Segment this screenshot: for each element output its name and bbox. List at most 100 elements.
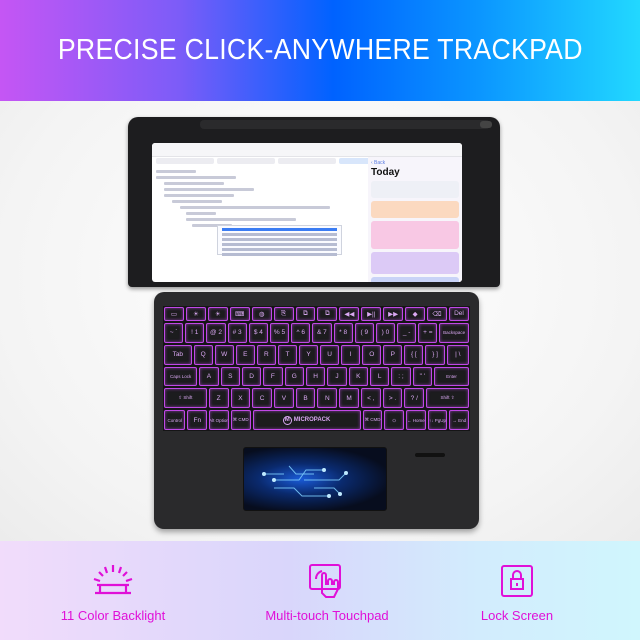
- key-7[interactable]: & 7: [312, 322, 332, 343]
- key-[interactable]: ☼: [384, 410, 404, 431]
- key-[interactable]: ⧉: [317, 307, 338, 321]
- key-label: I: [349, 351, 352, 359]
- key-0[interactable]: ) 0: [375, 322, 396, 343]
- key-end[interactable]: → End: [449, 410, 470, 431]
- key-[interactable]: > .: [382, 388, 403, 409]
- key-[interactable]: " ': [412, 366, 432, 387]
- key-tab[interactable]: Tab: [164, 344, 192, 365]
- key-[interactable]: ~ `: [164, 322, 184, 343]
- key-label: : ;: [398, 372, 404, 380]
- key-2[interactable]: @ 2: [206, 322, 226, 343]
- key-enter[interactable]: Enter: [434, 366, 469, 387]
- key-row: Control Fn Alt Option ⌘ CMD M MICROPACK ⌘ CMD ☼…: [164, 410, 470, 431]
- feature-lock: Lock Screen: [417, 563, 617, 623]
- key-label: ↑↓ PgUp: [429, 417, 447, 423]
- key-home[interactable]: ← Home: [405, 410, 426, 431]
- key-cmd[interactable]: ⌘ CMD: [230, 410, 251, 431]
- key-[interactable]: _ -: [397, 322, 417, 343]
- key-9[interactable]: ( 9: [354, 322, 374, 343]
- key-x[interactable]: X: [230, 388, 251, 409]
- key-pgup[interactable]: ↑↓ PgUp: [427, 410, 448, 431]
- key-k[interactable]: K: [348, 366, 368, 387]
- key-s[interactable]: S: [220, 366, 240, 387]
- trackpad[interactable]: [243, 447, 387, 511]
- feature-label: Lock Screen: [480, 608, 554, 623]
- back-link[interactable]: ‹ Back: [371, 160, 459, 166]
- key-backspace[interactable]: Backspace: [439, 322, 469, 343]
- key-q[interactable]: Q: [193, 344, 213, 365]
- key-[interactable]: + =: [418, 322, 438, 343]
- key-[interactable]: ▭: [164, 307, 184, 321]
- key-[interactable]: ⎘: [273, 307, 294, 321]
- key-shift[interactable]: Shift ⇧: [426, 388, 469, 409]
- key-n[interactable]: N: [317, 388, 338, 409]
- key-h[interactable]: H: [305, 366, 326, 387]
- key-[interactable]: ▶▶: [383, 307, 404, 321]
- key-[interactable]: ◆: [405, 307, 426, 321]
- key-d[interactable]: D: [241, 366, 262, 387]
- key-label: Tab: [172, 351, 184, 359]
- key-[interactable]: < ,: [360, 388, 381, 409]
- key-del[interactable]: Del: [448, 307, 469, 321]
- key-o[interactable]: O: [362, 344, 382, 365]
- key-control[interactable]: Control: [164, 410, 186, 431]
- key-label: A: [206, 372, 212, 380]
- key-label: } ]: [432, 351, 438, 359]
- key-w[interactable]: W: [214, 344, 234, 365]
- key-m[interactable]: M: [339, 388, 359, 409]
- key-v[interactable]: V: [274, 388, 294, 409]
- key-4[interactable]: $ 4: [248, 322, 268, 343]
- circuit-pattern-icon: [262, 465, 348, 498]
- key-3[interactable]: # 3: [227, 322, 247, 343]
- key-label: _ -: [402, 329, 411, 337]
- key-[interactable]: ? /: [404, 388, 425, 409]
- header-banner: PRECISE CLICK-ANYWHERE TRACKPAD: [0, 0, 640, 101]
- key-y[interactable]: Y: [299, 344, 319, 365]
- key-label: ? /: [410, 394, 418, 402]
- key-[interactable]: ☀: [185, 307, 206, 321]
- key-[interactable]: ⌫: [427, 307, 447, 321]
- key-r[interactable]: R: [256, 344, 276, 365]
- key-[interactable]: { [: [404, 344, 424, 365]
- key-[interactable]: ▶||: [361, 307, 382, 321]
- key-fn[interactable]: Fn: [187, 410, 208, 431]
- touchpad-gesture-icon: [309, 564, 341, 598]
- key-cmd[interactable]: ⌘ CMD: [362, 410, 383, 431]
- key-row: ▭ ☀ ☀ ⌨ ◍ ⎘ ⧉ ⧉ ◀◀ ▶|| ▶▶ ◆ ⌫ Del: [164, 307, 469, 321]
- key-6[interactable]: ^ 6: [291, 322, 311, 343]
- key-[interactable]: : ;: [391, 366, 411, 387]
- key-[interactable]: ⧉: [295, 307, 316, 321]
- key-c[interactable]: C: [252, 388, 272, 409]
- key-[interactable]: ☀: [207, 307, 228, 321]
- key-[interactable]: ◍: [251, 307, 272, 321]
- key-a[interactable]: A: [199, 366, 219, 387]
- key-f[interactable]: F: [263, 366, 283, 387]
- key-alt-option[interactable]: Alt Option: [209, 410, 229, 431]
- key-j[interactable]: J: [327, 366, 347, 387]
- key-caps-lock[interactable]: Caps Lock: [164, 366, 198, 387]
- key-label: | \: [455, 351, 461, 359]
- key-z[interactable]: Z: [208, 388, 229, 409]
- key-label: ☼: [391, 416, 398, 424]
- key-[interactable]: } ]: [425, 344, 445, 365]
- key-label: M: [346, 394, 352, 402]
- key-u[interactable]: U: [320, 344, 340, 365]
- key-t[interactable]: T: [277, 344, 297, 365]
- key-e[interactable]: E: [235, 344, 255, 365]
- key-space[interactable]: M MICROPACK: [252, 410, 361, 431]
- key-b[interactable]: B: [295, 388, 316, 409]
- key-[interactable]: ◀◀: [339, 307, 360, 321]
- key-shift[interactable]: ⇧ Shift: [164, 388, 207, 409]
- key-label: Shift ⇧: [440, 395, 455, 401]
- key-g[interactable]: G: [284, 366, 304, 387]
- key-8[interactable]: * 8: [333, 322, 353, 343]
- key-i[interactable]: I: [341, 344, 361, 365]
- key-label: K: [356, 372, 361, 380]
- key-[interactable]: | \: [446, 344, 470, 365]
- key-label: C: [259, 394, 265, 402]
- key-l[interactable]: L: [369, 366, 390, 387]
- key-5[interactable]: % 5: [269, 322, 290, 343]
- key-[interactable]: ⌨: [229, 307, 250, 321]
- key-p[interactable]: P: [383, 344, 403, 365]
- key-1[interactable]: ! 1: [185, 322, 205, 343]
